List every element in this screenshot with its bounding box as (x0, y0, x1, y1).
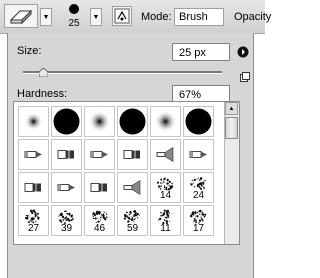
options-bar: ▼ 25 ▼ Mode: Brush Opacity (0, 0, 271, 34)
opacity-label: Opacity (234, 11, 272, 23)
brush-preset-item[interactable] (51, 106, 82, 137)
brush-preset-size: 24 (192, 190, 205, 201)
brush-panel-icon (114, 8, 130, 24)
brush-tip-icon (189, 151, 207, 158)
scroll-thumb[interactable] (225, 117, 238, 139)
brush-preset-item[interactable]: 27 (18, 205, 49, 236)
hardness-label: Hardness: (17, 88, 68, 100)
brush-preset-dropdown[interactable]: ▼ (90, 8, 102, 26)
brush-preset-picker[interactable]: 25 (62, 2, 86, 31)
brush-preset-item[interactable] (150, 106, 181, 137)
new-preset-icon[interactable] (240, 72, 250, 82)
mode-select[interactable]: Brush (174, 8, 224, 26)
tool-preset-picker[interactable] (4, 4, 38, 28)
brush-tip-icon (24, 151, 42, 158)
brush-tip-icon (90, 151, 108, 158)
brush-tip-icon (156, 146, 174, 163)
brush-tip-icon (24, 112, 43, 131)
brush-preset-item[interactable]: 11 (150, 205, 181, 236)
tool-preset-dropdown[interactable]: ▼ (40, 8, 52, 26)
brush-preset-item[interactable] (51, 172, 82, 203)
brush-preset-size: 46 (93, 223, 106, 234)
brush-preset-size: 27 (27, 223, 40, 234)
brush-preset-item[interactable]: 46 (84, 205, 115, 236)
brush-preset-item[interactable] (117, 139, 148, 170)
brush-preset-item[interactable]: 39 (51, 205, 82, 236)
brush-tip-icon (119, 108, 146, 135)
brush-tip-icon (90, 183, 107, 192)
size-slider-thumb[interactable] (38, 67, 49, 78)
brush-presets-list: 14 24 27 39 46 59 11 17 ▲ (13, 101, 240, 245)
brush-preset-item[interactable] (183, 139, 214, 170)
brush-preset-size: 11 (160, 223, 171, 234)
brush-tip-icon (57, 150, 74, 159)
brush-preset-item[interactable] (117, 172, 148, 203)
brush-panel-toggle[interactable] (112, 6, 132, 26)
size-value: 25 px (179, 47, 206, 59)
brush-tip-icon (53, 108, 80, 135)
presets-scrollbar[interactable]: ▲ (224, 102, 239, 244)
panel-menu-arrow-icon[interactable] (237, 46, 249, 58)
brush-preset-item[interactable] (84, 106, 115, 137)
size-label: Size: (17, 45, 42, 57)
mode-label: Mode: (141, 11, 172, 23)
brush-size-label: 25 (68, 18, 80, 29)
brush-preset-item[interactable]: 14 (150, 172, 181, 203)
mode-value: Brush (179, 11, 208, 23)
brush-tip-icon (123, 179, 141, 196)
brush-preset-size: 59 (126, 223, 139, 234)
brush-preset-item[interactable] (84, 172, 115, 203)
size-field[interactable]: 25 px (172, 43, 230, 61)
hardness-value: 67% (179, 89, 202, 101)
scroll-up-button[interactable]: ▲ (225, 102, 238, 115)
eraser-icon (9, 9, 33, 25)
brush-preset-item[interactable]: 24 (183, 172, 214, 203)
brush-preset-item[interactable] (18, 106, 49, 137)
brush-preset-item[interactable]: 17 (183, 205, 214, 236)
brush-preset-item[interactable] (18, 172, 49, 203)
brush-preset-size: 14 (159, 190, 172, 201)
brush-tip-icon (24, 183, 41, 192)
brush-preset-item[interactable] (150, 139, 181, 170)
brush-preset-item[interactable] (18, 139, 49, 170)
brush-preset-item[interactable] (117, 106, 148, 137)
brush-tip-icon (88, 110, 111, 133)
brush-preset-item[interactable] (183, 106, 214, 137)
brush-preset-size: 39 (60, 223, 73, 234)
brush-tip-icon (185, 108, 212, 135)
brush-preset-item[interactable] (84, 139, 115, 170)
brush-preset-size: 17 (192, 223, 205, 234)
brush-tip-icon (69, 4, 79, 14)
size-slider-track[interactable] (23, 71, 222, 74)
brush-tip-icon (123, 150, 140, 159)
brush-tip-icon (154, 110, 177, 133)
brush-preset-item[interactable] (51, 139, 82, 170)
brush-preset-item[interactable]: 59 (117, 205, 148, 236)
brush-tip-icon (57, 184, 75, 191)
